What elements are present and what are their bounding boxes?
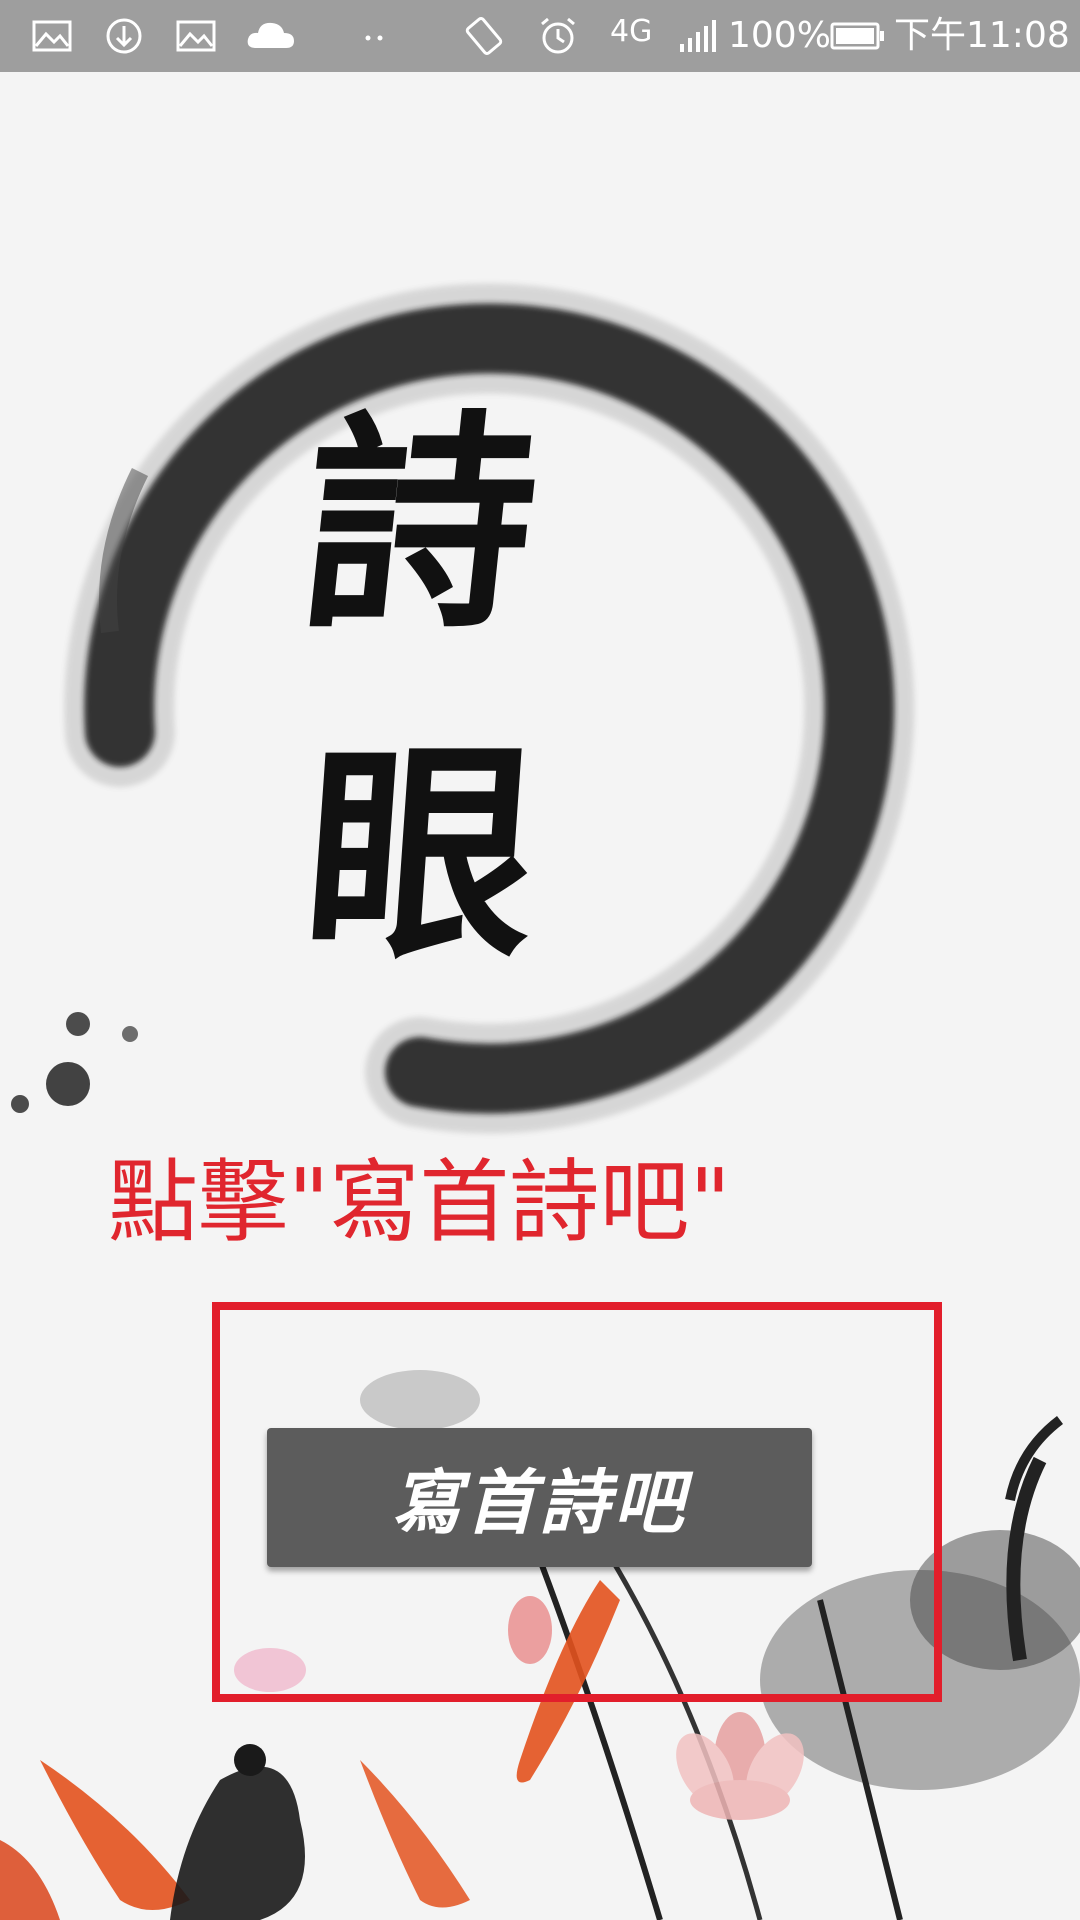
status-bar: 4G 100% 下午11:08: [0, 0, 1080, 72]
image-icon: [32, 20, 72, 52]
write-poem-button-label: 寫首詩吧: [391, 1461, 688, 1544]
network-type: 4G: [610, 14, 653, 49]
cloud-icon: [247, 22, 294, 48]
clock: 下午11:08: [894, 15, 1070, 56]
image-icon: [176, 20, 216, 52]
app-screen: 4G 100% 下午11:08 詩 眼 點擊"寫首詩吧" 寫首詩吧: [0, 0, 1080, 1920]
alarm-icon: [541, 17, 575, 54]
logo-character-eye: 眼: [295, 720, 545, 990]
instruction-text: 點擊"寫首詩吧": [108, 1150, 731, 1255]
ink-splatter: [46, 1062, 90, 1106]
write-poem-button[interactable]: 寫首詩吧: [267, 1428, 812, 1567]
battery-icon: [830, 22, 884, 50]
logo-character-poem: 詩: [290, 390, 550, 660]
auto-rotate-icon: [465, 17, 503, 55]
more-dots-icon: [365, 35, 383, 41]
battery-percent: 100%: [728, 15, 831, 56]
download-sync-icon: [106, 18, 142, 54]
signal-icon: [680, 20, 716, 52]
